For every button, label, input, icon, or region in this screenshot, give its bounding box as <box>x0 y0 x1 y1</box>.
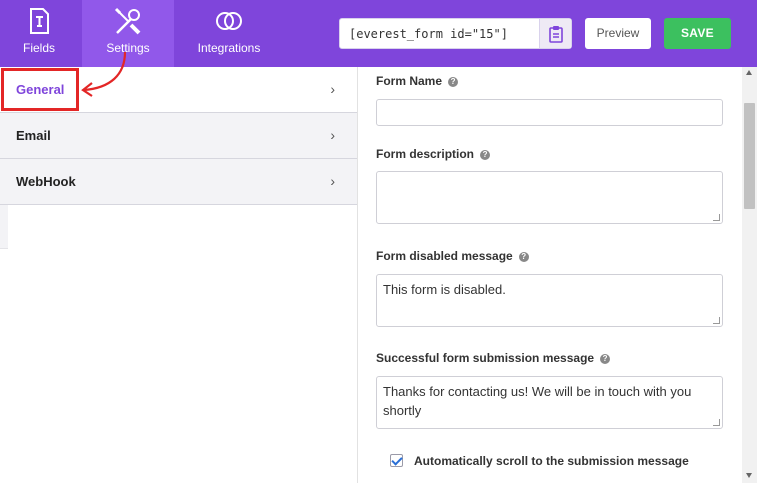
resize-handle-icon[interactable] <box>713 214 720 221</box>
annotation-arrow-icon <box>81 51 127 97</box>
shortcode-field[interactable]: [everest_form id="15"] <box>339 18 572 49</box>
help-icon[interactable]: ? <box>518 251 529 262</box>
resize-handle-icon[interactable] <box>713 317 720 324</box>
form-disabled-textarea[interactable]: This form is disabled. <box>376 274 723 327</box>
settings-sidebar: General › Email › WebHook › <box>0 67 358 483</box>
form-fields-icon <box>30 8 49 34</box>
success-message-label: Successful form submission message? <box>376 351 611 365</box>
success-message-textarea[interactable]: Thanks for contacting us! We will be in … <box>376 376 723 429</box>
copy-shortcode-button[interactable] <box>539 19 571 48</box>
tools-icon <box>114 7 141 35</box>
success-message-value: Thanks for contacting us! We will be in … <box>383 384 692 418</box>
auto-scroll-checkbox[interactable] <box>390 454 403 467</box>
sidebar-remainder <box>0 205 8 249</box>
chevron-right-icon: › <box>330 173 335 189</box>
form-name-label-text: Form Name <box>376 74 443 88</box>
auto-scroll-label: Automatically scroll to the submission m… <box>414 454 689 468</box>
shortcode-text: [everest_form id="15"] <box>349 27 508 41</box>
save-button[interactable]: SAVE <box>664 18 731 49</box>
form-disabled-value: This form is disabled. <box>383 282 506 297</box>
form-description-textarea[interactable] <box>376 171 723 224</box>
sidebar-item-email[interactable]: Email › <box>0 113 357 159</box>
tab-fields[interactable]: Fields <box>0 0 78 67</box>
scroll-down-arrow-icon[interactable] <box>746 473 752 478</box>
integrations-icon <box>216 12 242 30</box>
highlight-box <box>1 68 79 111</box>
help-icon[interactable]: ? <box>448 76 459 87</box>
chevron-right-icon: › <box>330 81 335 97</box>
form-description-label: Form description? <box>376 147 491 161</box>
form-disabled-label-text: Form disabled message <box>376 249 513 263</box>
tab-fields-label: Fields <box>22 41 55 55</box>
preview-button[interactable]: Preview <box>585 18 651 49</box>
success-message-label-text: Successful form submission message <box>376 351 595 365</box>
resize-handle-icon[interactable] <box>713 419 720 426</box>
tab-integrations[interactable]: Integrations <box>180 0 278 67</box>
sidebar-item-webhook[interactable]: WebHook › <box>0 159 357 205</box>
form-description-label-text: Form description <box>376 147 475 161</box>
form-disabled-label: Form disabled message? <box>376 249 529 263</box>
scroll-up-arrow-icon[interactable] <box>746 70 752 75</box>
scroll-thumb[interactable] <box>744 103 755 209</box>
general-settings-panel: Form Name? Form description? Form disabl… <box>358 67 742 483</box>
form-name-input[interactable] <box>376 99 723 126</box>
scrollbar[interactable] <box>742 67 757 483</box>
help-icon[interactable]: ? <box>480 149 491 160</box>
clipboard-icon <box>549 26 563 43</box>
sidebar-item-label: WebHook <box>16 174 76 189</box>
form-name-label: Form Name? <box>376 74 459 88</box>
help-icon[interactable]: ? <box>600 353 611 364</box>
chevron-right-icon: › <box>330 127 335 143</box>
tab-integrations-label: Integrations <box>197 41 261 55</box>
sidebar-item-label: Email <box>16 128 51 143</box>
